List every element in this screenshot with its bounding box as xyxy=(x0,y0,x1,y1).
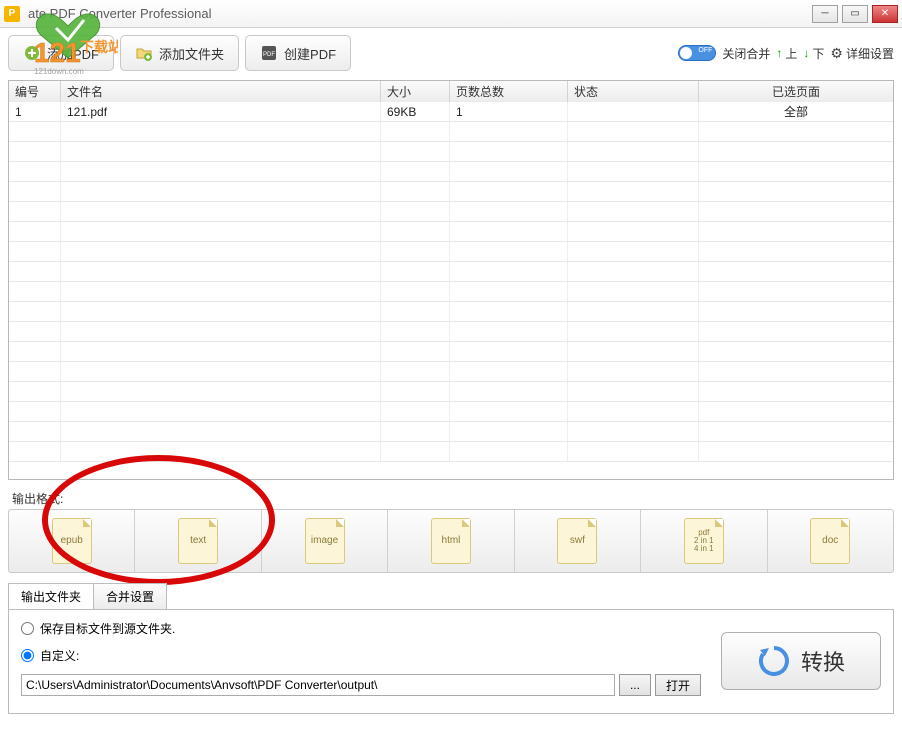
window-controls: ─ ▭ ✕ xyxy=(812,5,898,23)
convert-icon xyxy=(757,644,791,678)
cell-name: 121.pdf xyxy=(61,102,381,121)
plus-icon xyxy=(23,44,41,62)
titlebar: P ate PDF Converter Professional ─ ▭ ✕ xyxy=(0,0,902,28)
move-up-button[interactable]: ↑ 上 xyxy=(776,45,797,62)
browse-button[interactable]: ... xyxy=(619,674,651,696)
cell-selected: 全部 xyxy=(699,102,893,121)
convert-label: 转换 xyxy=(801,645,845,677)
cell-num: 1 xyxy=(9,102,61,121)
radio-custom[interactable] xyxy=(21,649,34,662)
format-text[interactable]: text xyxy=(135,510,261,572)
opt-custom[interactable]: 自定义: xyxy=(21,647,701,664)
col-num[interactable]: 编号 xyxy=(9,81,61,102)
merge-toggle-label: 关闭合并 xyxy=(722,45,770,62)
col-status[interactable]: 状态 xyxy=(568,81,699,102)
window-title: ate PDF Converter Professional xyxy=(28,6,812,21)
bottom-panel: 保存目标文件到源文件夹. 自定义: ... 打开 转换 xyxy=(8,609,894,714)
format-html[interactable]: html xyxy=(388,510,514,572)
output-path-input[interactable] xyxy=(21,674,615,696)
gear-icon: ⚙ xyxy=(830,45,843,62)
col-pages[interactable]: 页数总数 xyxy=(450,81,568,102)
table-header: 编号 文件名 大小 页数总数 状态 已选页面 xyxy=(9,81,893,102)
move-down-button[interactable]: ↓ 下 xyxy=(803,45,824,62)
col-selected[interactable]: 已选页面 xyxy=(699,81,893,102)
format-image[interactable]: image xyxy=(262,510,388,572)
format-pdf-nup[interactable]: pdf 2 in 1 4 in 1 xyxy=(641,510,767,572)
bottom-tabs: 输出文件夹 合并设置 xyxy=(8,583,894,609)
create-pdf-label: 创建PDF xyxy=(284,44,336,63)
output-format-label: 输出格式: xyxy=(12,490,894,507)
format-swf[interactable]: swf xyxy=(515,510,641,572)
format-epub[interactable]: epub xyxy=(9,510,135,572)
pdf-icon: PDF xyxy=(260,44,278,62)
cell-status xyxy=(568,102,699,121)
add-pdf-button[interactable]: 添加PDF xyxy=(8,35,114,71)
format-doc[interactable]: doc xyxy=(768,510,893,572)
merge-toggle[interactable] xyxy=(678,45,716,61)
close-button[interactable]: ✕ xyxy=(872,5,898,23)
app-icon: P xyxy=(4,6,20,22)
minimize-button[interactable]: ─ xyxy=(812,5,838,23)
table-body: 1 121.pdf 69KB 1 全部 xyxy=(9,102,893,479)
tab-merge-settings[interactable]: 合并设置 xyxy=(93,583,167,609)
col-name[interactable]: 文件名 xyxy=(61,81,381,102)
output-options: 保存目标文件到源文件夹. 自定义: ... 打开 xyxy=(21,620,701,701)
folder-plus-icon xyxy=(135,44,153,62)
file-table: 编号 文件名 大小 页数总数 状态 已选页面 1 121.pdf 69KB 1 … xyxy=(8,80,894,480)
radio-source[interactable] xyxy=(21,622,34,635)
cell-pages: 1 xyxy=(450,102,568,121)
open-button[interactable]: 打开 xyxy=(655,674,701,696)
maximize-button[interactable]: ▭ xyxy=(842,5,868,23)
add-folder-button[interactable]: 添加文件夹 xyxy=(120,35,239,71)
arrow-down-icon: ↓ xyxy=(803,46,809,60)
path-row: ... 打开 xyxy=(21,674,701,696)
arrow-up-icon: ↑ xyxy=(776,46,782,60)
add-pdf-label: 添加PDF xyxy=(47,44,99,63)
settings-button[interactable]: ⚙ 详细设置 xyxy=(830,45,894,62)
cell-size: 69KB xyxy=(381,102,450,121)
opt-save-to-source[interactable]: 保存目标文件到源文件夹. xyxy=(21,620,701,637)
svg-text:PDF: PDF xyxy=(263,52,275,58)
add-folder-label: 添加文件夹 xyxy=(159,44,224,63)
table-row[interactable]: 1 121.pdf 69KB 1 全部 xyxy=(9,102,893,122)
format-bar: epub text image html swf pdf 2 in 1 4 in… xyxy=(8,509,894,573)
col-size[interactable]: 大小 xyxy=(381,81,450,102)
tab-output-folder[interactable]: 输出文件夹 xyxy=(8,583,94,609)
convert-button[interactable]: 转换 xyxy=(721,632,881,690)
toolbar: 添加PDF 添加文件夹 PDF 创建PDF 关闭合并 ↑ 上 ↓ 下 ⚙ 详细设… xyxy=(0,28,902,78)
create-pdf-button[interactable]: PDF 创建PDF xyxy=(245,35,351,71)
